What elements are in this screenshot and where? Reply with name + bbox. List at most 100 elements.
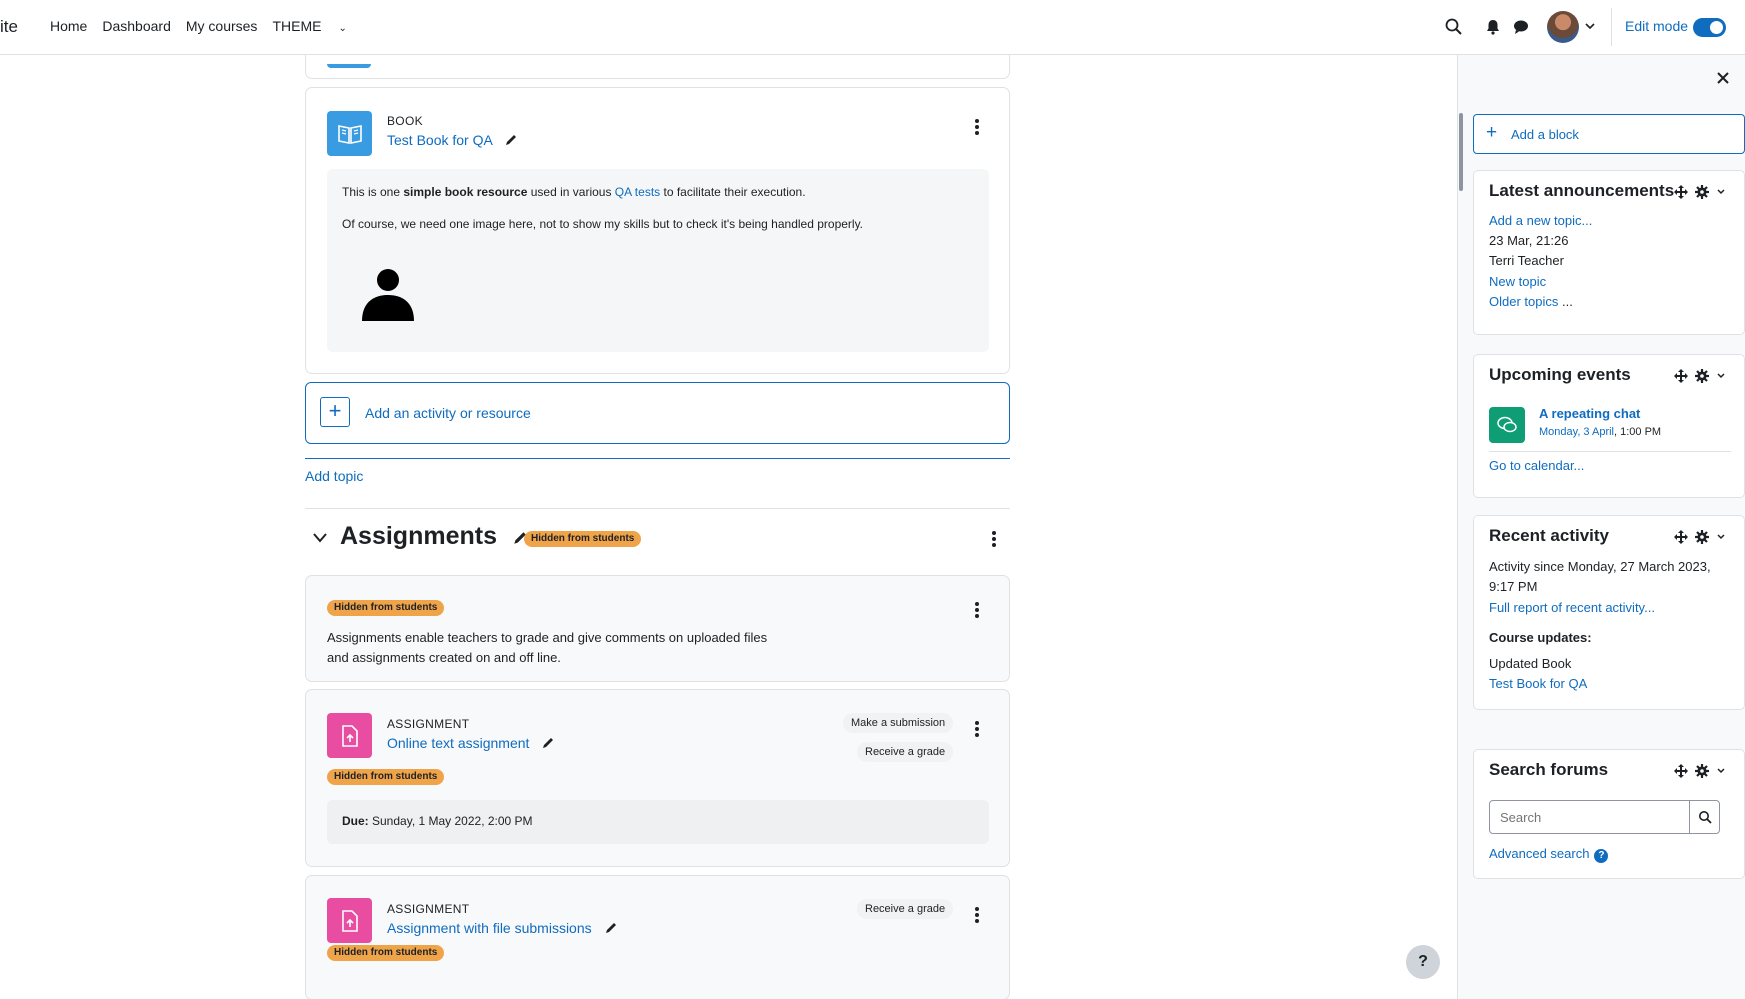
announcement-author: Terri Teacher	[1489, 253, 1564, 268]
hidden-from-students-badge: Hidden from students	[524, 531, 642, 547]
older-topics-suffix: ...	[1558, 294, 1573, 309]
desc-text: used in various	[527, 185, 615, 199]
move-icon[interactable]	[1674, 185, 1688, 199]
activity-icon-stub	[327, 64, 371, 68]
help-button[interactable]: ?	[1406, 945, 1440, 979]
due-label: Due:	[342, 814, 369, 828]
updated-item-link[interactable]: Test Book for QA	[1489, 676, 1587, 691]
close-icon[interactable]	[1716, 71, 1730, 85]
block-recent-activity: Recent activity Activity since Monday, 2…	[1473, 515, 1745, 710]
move-icon[interactable]	[1674, 764, 1688, 778]
announcement-topic-link[interactable]: New topic	[1489, 274, 1546, 289]
block-latest-announcements: Latest announcements Add a new topic... …	[1473, 170, 1745, 335]
activity-card-assignment: ASSIGNMENT Assignment with file submissi…	[305, 875, 1010, 999]
kebab-menu-icon[interactable]	[987, 529, 1001, 549]
plus-icon: +	[1486, 122, 1498, 143]
chat-icon	[1489, 407, 1525, 443]
completion-requirement-receive-grade: Receive a grade	[857, 899, 954, 919]
pencil-icon[interactable]	[504, 133, 518, 147]
edit-mode-toggle[interactable]	[1693, 18, 1726, 37]
block-title: Search forums	[1489, 760, 1609, 779]
move-icon[interactable]	[1674, 530, 1688, 544]
event-name-link[interactable]: A repeating chat	[1539, 406, 1640, 421]
assignment-icon	[327, 898, 372, 943]
event-date-link[interactable]: Monday, 3 April	[1539, 426, 1614, 438]
search-icon	[1698, 811, 1712, 824]
chevron-down-icon[interactable]	[1716, 532, 1726, 542]
hidden-from-students-badge: Hidden from students	[327, 769, 445, 785]
chevron-down-icon[interactable]	[1716, 371, 1726, 381]
collapse-section-chevron-icon[interactable]	[312, 531, 328, 545]
pencil-icon[interactable]	[604, 921, 618, 935]
announcement-date: 23 Mar, 21:26	[1489, 233, 1569, 248]
help-question-icon[interactable]: ?	[1594, 849, 1609, 863]
block-controls	[1674, 369, 1726, 383]
kebab-menu-icon[interactable]	[970, 719, 984, 739]
add-topic-link[interactable]: Add topic	[305, 468, 363, 484]
site-name[interactable]: ite	[0, 17, 18, 37]
section-divider	[305, 458, 1010, 459]
activity-type-label: BOOK	[387, 114, 423, 128]
activity-name-link[interactable]: Test Book for QA	[387, 132, 492, 148]
search-forums-input[interactable]	[1489, 800, 1690, 834]
activity-dates: Due: Sunday, 1 May 2022, 2:00 PM	[327, 800, 989, 844]
event-date: Monday, 3 April, 1:00 PM	[1539, 426, 1661, 438]
add-new-topic-link[interactable]: Add a new topic...	[1489, 213, 1592, 228]
full-report-link[interactable]: Full report of recent activity...	[1489, 600, 1655, 615]
older-topics-link[interactable]: Older topics	[1489, 294, 1558, 309]
user-silhouette-image	[362, 269, 414, 321]
gear-icon[interactable]	[1695, 185, 1709, 199]
block-controls	[1674, 530, 1726, 544]
move-icon[interactable]	[1674, 369, 1688, 383]
updated-item-text: Updated Book	[1489, 656, 1572, 671]
desc-text: to facilitate their execution.	[660, 185, 806, 199]
block-controls	[1674, 764, 1726, 778]
qa-tests-link[interactable]: QA tests	[615, 185, 660, 199]
navbar-divider	[1611, 8, 1612, 46]
user-avatar[interactable]	[1547, 11, 1579, 43]
kebab-menu-icon[interactable]	[970, 600, 984, 620]
go-to-calendar-link[interactable]: Go to calendar...	[1489, 458, 1584, 473]
completion-requirement-receive-grade: Receive a grade	[857, 742, 954, 762]
chevron-down-icon[interactable]	[1716, 766, 1726, 776]
hidden-from-students-badge: Hidden from students	[327, 600, 445, 616]
nav-theme[interactable]: THEME ⌄	[272, 18, 361, 34]
activity-card-assignment: ASSIGNMENT Online text assignment Make a…	[305, 689, 1010, 867]
add-activity-button[interactable]: + Add an activity or resource	[305, 382, 1010, 444]
kebab-menu-icon[interactable]	[970, 117, 984, 137]
activity-description: This is one simple book resource used in…	[327, 169, 989, 352]
nav-dashboard[interactable]: Dashboard	[102, 18, 171, 34]
nav-my-courses[interactable]: My courses	[186, 18, 258, 34]
bell-icon[interactable]	[1483, 17, 1503, 37]
activity-since-line-2: 9:17 PM	[1489, 579, 1538, 594]
chevron-down-icon: ⌄	[338, 23, 347, 34]
kebab-menu-icon[interactable]	[970, 905, 984, 925]
due-value: Sunday, 1 May 2022, 2:00 PM	[368, 814, 533, 828]
nav-home[interactable]: Home	[50, 18, 87, 34]
search-icon[interactable]	[1444, 17, 1464, 37]
older-topics: Older topics ...	[1489, 294, 1573, 309]
add-block-button[interactable]: + Add a block	[1473, 114, 1745, 154]
chevron-down-icon[interactable]	[1584, 20, 1596, 32]
activity-type-label: ASSIGNMENT	[387, 902, 470, 916]
activity-name-link[interactable]: Online text assignment	[387, 735, 529, 751]
activity-name-link[interactable]: Assignment with file submissions	[387, 920, 592, 936]
advanced-search-link[interactable]: Advanced search	[1489, 846, 1589, 861]
gear-icon[interactable]	[1695, 369, 1709, 383]
gear-icon[interactable]	[1695, 764, 1709, 778]
description-line-1: This is one simple book resource used in…	[342, 185, 806, 199]
course-content: BOOK Test Book for QA This is one simple…	[0, 55, 1457, 999]
block-title: Recent activity	[1489, 526, 1609, 545]
hidden-from-students-badge: Hidden from students	[327, 945, 445, 961]
section-title: Assignments	[340, 522, 528, 551]
activity-name: Test Book for QA	[387, 132, 518, 148]
chevron-down-icon[interactable]	[1716, 187, 1726, 197]
drawer-scrollbar[interactable]	[1459, 113, 1463, 191]
section-summary-card: Hidden from students Assignments enable …	[305, 575, 1010, 682]
search-forums-button[interactable]	[1689, 800, 1720, 834]
gear-icon[interactable]	[1695, 530, 1709, 544]
block-title: Upcoming events	[1489, 365, 1631, 384]
message-drawer-icon[interactable]	[1511, 17, 1531, 37]
pencil-icon[interactable]	[541, 736, 555, 750]
activity-type-label: ASSIGNMENT	[387, 717, 470, 731]
